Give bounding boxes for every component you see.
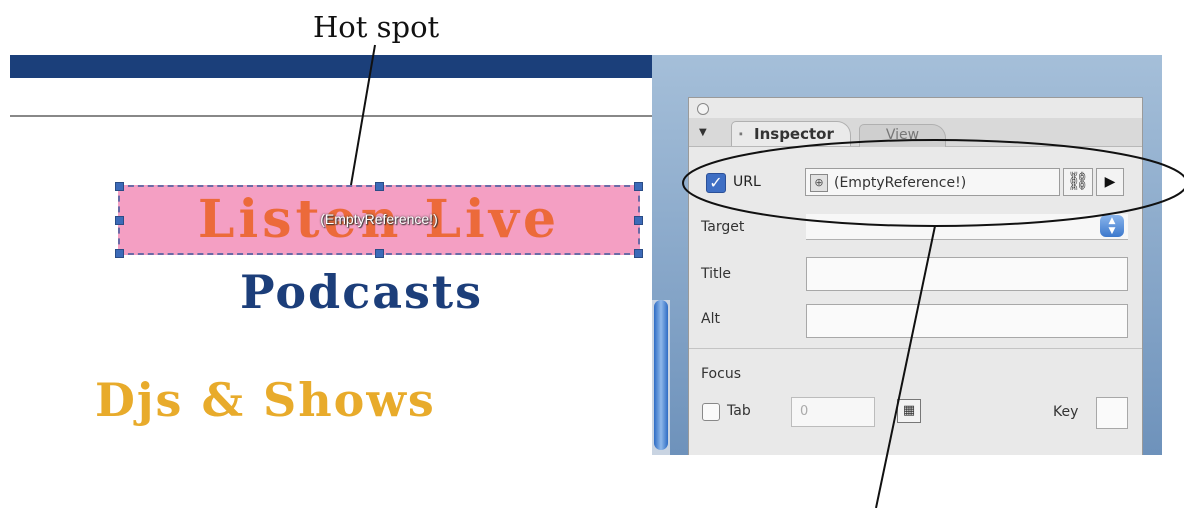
- url-label: URL: [733, 174, 761, 190]
- link-icon[interactable]: ⛓: [1063, 168, 1093, 196]
- select-arrows-icon[interactable]: ▲ ▼: [1100, 215, 1124, 237]
- resize-handle[interactable]: [375, 249, 384, 258]
- url-value: (EmptyReference!): [834, 175, 967, 191]
- scrollbar-thumb[interactable]: [654, 300, 668, 450]
- inspector-panel: ▼ Inspector View ✓ URL ⊕ (EmptyReference…: [688, 97, 1143, 455]
- resize-handle[interactable]: [115, 249, 124, 258]
- resize-handle[interactable]: [115, 182, 124, 191]
- hotspot-caption: Hot spot: [313, 10, 440, 44]
- hotspot-region[interactable]: Listen Live (EmptyReference!): [115, 182, 643, 258]
- resize-handle[interactable]: [375, 182, 384, 191]
- grid-icon[interactable]: ▦: [897, 399, 921, 423]
- key-label: Key: [1053, 404, 1079, 420]
- alt-label: Alt: [701, 311, 720, 327]
- tab-inspector[interactable]: Inspector: [731, 121, 851, 146]
- panel-close-button[interactable]: [697, 103, 709, 115]
- target-label: Target: [701, 219, 745, 235]
- play-arrow-icon[interactable]: ▶: [1096, 168, 1124, 196]
- tab-checkbox[interactable]: [702, 403, 720, 421]
- hotspot-reference-label: (EmptyReference!): [320, 211, 438, 227]
- collapse-triangle-icon[interactable]: ▼: [699, 127, 707, 138]
- tab-label: Tab: [727, 403, 751, 419]
- resize-handle[interactable]: [115, 216, 124, 225]
- globe-icon[interactable]: ⊕: [810, 174, 828, 192]
- tab-index-input[interactable]: 0: [791, 397, 875, 427]
- resize-handle[interactable]: [634, 182, 643, 191]
- podcasts-graphic: Podcasts: [240, 265, 484, 319]
- focus-label: Focus: [701, 366, 741, 382]
- checkmark-icon: ✓: [709, 173, 723, 192]
- section-divider: [689, 348, 1142, 349]
- target-select[interactable]: ▲ ▼: [806, 214, 1128, 240]
- resize-handle[interactable]: [634, 216, 643, 225]
- title-label: Title: [701, 266, 732, 282]
- tab-strip: ▼ Inspector View: [689, 118, 1142, 147]
- alt-field[interactable]: [806, 304, 1128, 338]
- djs-shows-graphic: Djs & Shows: [95, 373, 436, 427]
- key-input[interactable]: [1096, 397, 1128, 429]
- title-field[interactable]: [806, 257, 1128, 291]
- tab-view[interactable]: View: [859, 124, 946, 147]
- url-field[interactable]: ⊕ (EmptyReference!): [805, 168, 1060, 196]
- page-header-bar: [10, 55, 652, 78]
- url-checkbox[interactable]: ✓: [706, 173, 726, 193]
- resize-handle[interactable]: [634, 249, 643, 258]
- page-canvas: Listen Live (EmptyReference!) Podcasts D…: [10, 55, 652, 455]
- page-divider: [10, 115, 652, 117]
